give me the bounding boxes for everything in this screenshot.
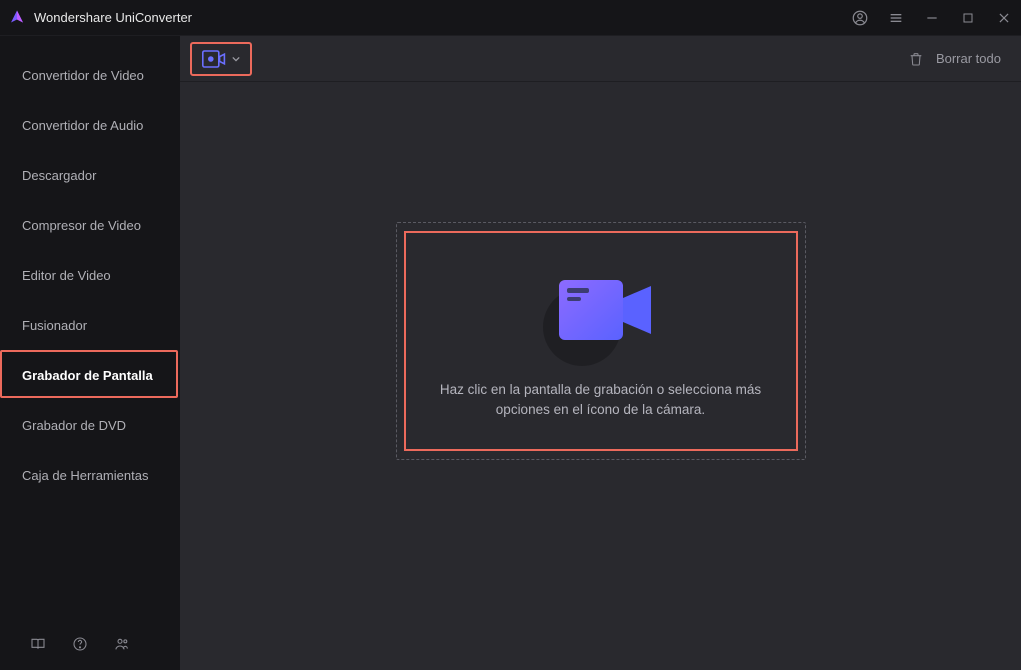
clear-all-button[interactable]: Borrar todo xyxy=(908,51,1001,67)
guide-icon[interactable] xyxy=(30,636,46,652)
close-icon[interactable] xyxy=(995,9,1013,27)
sidebar-item-toolbox[interactable]: Caja de Herramientas xyxy=(0,450,180,500)
app-logo-icon xyxy=(8,9,26,27)
sidebar-item-label: Compresor de Video xyxy=(22,218,141,233)
sidebar-item-label: Convertidor de Video xyxy=(22,68,144,83)
menu-icon[interactable] xyxy=(887,9,905,27)
record-mode-dropdown[interactable] xyxy=(190,42,252,76)
chevron-down-icon xyxy=(232,55,240,63)
minimize-icon[interactable] xyxy=(923,9,941,27)
sidebar-item-screen-recorder[interactable]: Grabador de Pantalla xyxy=(0,350,180,400)
camera-outline-icon xyxy=(202,50,226,68)
sidebar-item-label: Caja de Herramientas xyxy=(22,468,148,483)
trash-icon xyxy=(908,51,924,67)
app-title: Wondershare UniConverter xyxy=(34,10,851,25)
main-panel: Borrar todo xyxy=(180,36,1021,670)
account-icon[interactable] xyxy=(851,9,869,27)
sidebar-item-label: Descargador xyxy=(22,168,96,183)
sidebar-item-downloader[interactable]: Descargador xyxy=(0,150,180,200)
sidebar-item-label: Fusionador xyxy=(22,318,87,333)
sidebar-item-video-compressor[interactable]: Compresor de Video xyxy=(0,200,180,250)
sidebar: Convertidor de Video Convertidor de Audi… xyxy=(0,36,180,670)
clear-all-label: Borrar todo xyxy=(936,51,1001,66)
dropzone-help-text: Haz clic en la pantalla de grabación o s… xyxy=(421,380,781,419)
sidebar-item-dvd-burner[interactable]: Grabador de DVD xyxy=(0,400,180,450)
sidebar-item-video-converter[interactable]: Convertidor de Video xyxy=(0,50,180,100)
title-bar: Wondershare UniConverter xyxy=(0,0,1021,36)
camera-icon xyxy=(541,270,661,350)
help-icon[interactable] xyxy=(72,636,88,652)
sidebar-item-video-editor[interactable]: Editor de Video xyxy=(0,250,180,300)
maximize-icon[interactable] xyxy=(959,9,977,27)
share-icon[interactable] xyxy=(114,636,130,652)
sidebar-item-label: Editor de Video xyxy=(22,268,111,283)
sidebar-item-label: Convertidor de Audio xyxy=(22,118,143,133)
toolbar: Borrar todo xyxy=(180,36,1021,82)
sidebar-item-label: Grabador de DVD xyxy=(22,418,126,433)
title-bar-actions xyxy=(851,9,1013,27)
sidebar-item-label: Grabador de Pantalla xyxy=(22,368,153,383)
sidebar-item-audio-converter[interactable]: Convertidor de Audio xyxy=(0,100,180,150)
record-dropzone-highlight: Haz clic en la pantalla de grabación o s… xyxy=(404,231,798,451)
sidebar-item-merger[interactable]: Fusionador xyxy=(0,300,180,350)
record-dropzone[interactable]: Haz clic en la pantalla de grabación o s… xyxy=(396,222,806,460)
